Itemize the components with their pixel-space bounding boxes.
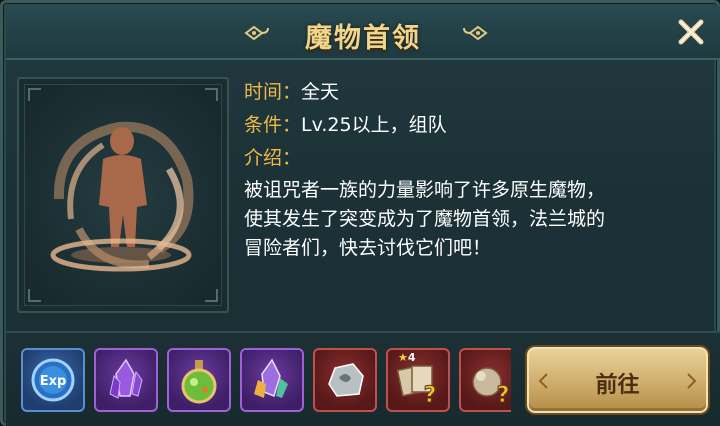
reward-slot-mystery-card-pack[interactable]: ? ★4 xyxy=(386,348,450,412)
description-line: 冒险者们，快去讨伐它们吧！ xyxy=(244,237,492,259)
go-button[interactable]: 前往 xyxy=(527,347,708,413)
reward-slot-silver-ore[interactable] xyxy=(313,348,377,412)
silver-ore-icon xyxy=(328,363,364,397)
intro-label: 介绍： xyxy=(244,147,302,169)
close-icon[interactable] xyxy=(676,17,706,47)
boss-info: 时间：全天 条件：Lv.25以上，组队 介绍： 被诅咒者一族的力量影响了许多原生… xyxy=(244,76,710,263)
chevron-right-ornament-icon xyxy=(687,373,697,389)
exp-icon: Exp xyxy=(31,358,75,402)
condition-value: Lv.25以上，组队 xyxy=(301,114,447,136)
time-label: 时间： xyxy=(244,81,302,103)
reward-list: Exp ? ★4 ? xyxy=(19,346,511,416)
star-icon: ★ xyxy=(398,351,408,364)
star-count: 4 xyxy=(407,351,416,364)
cursed-boss-silhouette-icon xyxy=(28,88,218,302)
intro-description: 被诅咒者一族的力量影响了许多原生魔物， 使其发生了突变成为了魔物首领，法兰城的 … xyxy=(244,176,710,263)
reward-slot-exp[interactable]: Exp xyxy=(21,348,85,412)
go-button-label: 前往 xyxy=(595,373,640,398)
description-line: 使其发生了突变成为了魔物首领，法兰城的 xyxy=(244,208,606,230)
rainbow-crystal-icon xyxy=(254,358,288,398)
svg-text:?: ? xyxy=(424,383,437,408)
boss-portrait xyxy=(17,77,229,313)
dialog-title: 魔物首领 xyxy=(305,23,421,54)
star-badge: ★4 xyxy=(398,351,420,365)
time-row: 时间：全天 xyxy=(244,76,710,109)
exp-label: Exp xyxy=(40,374,67,389)
time-value: 全天 xyxy=(301,81,340,103)
condition-label: 条件： xyxy=(244,114,302,136)
purple-crystal-icon xyxy=(109,358,143,399)
reward-slot-purple-crystal[interactable] xyxy=(94,348,158,412)
title-bar: 魔物首领 xyxy=(6,6,720,60)
condition-row: 条件：Lv.25以上，组队 xyxy=(244,109,710,142)
intro-row: 介绍： xyxy=(244,142,710,175)
mystery-bag-icon: ? xyxy=(472,367,510,409)
boss-info-dialog: 魔物首领 时间：全天 条件：Lv.25以上，组队 介绍： 被诅咒者一族的力量影响… xyxy=(0,0,720,426)
reward-slot-rainbow-crystal[interactable] xyxy=(240,348,304,412)
svg-text:?: ? xyxy=(497,383,510,408)
reward-slot-green-potion[interactable] xyxy=(167,348,231,412)
description-line: 被诅咒者一族的力量影响了许多原生魔物， xyxy=(244,179,606,201)
title-ornament-right-icon xyxy=(463,25,488,41)
reward-bar: Exp ? ★4 ? 前往 xyxy=(6,331,720,426)
green-potion-icon xyxy=(181,360,217,404)
reward-slot-mystery-bag[interactable]: ? xyxy=(459,348,511,412)
